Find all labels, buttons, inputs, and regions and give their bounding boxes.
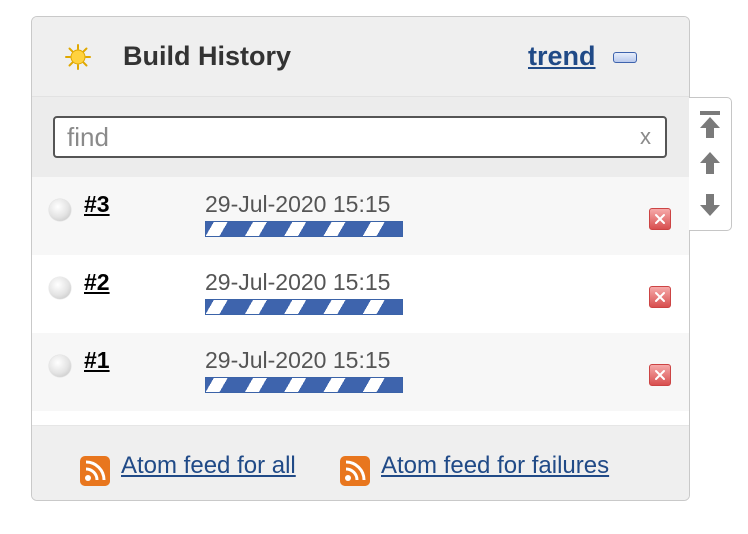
clear-search-button[interactable]: x xyxy=(640,124,651,150)
build-date: 29-Jul-2020 15:15 xyxy=(205,347,391,373)
rss-icon xyxy=(340,456,370,486)
build-row: #2 29-Jul-2020 15:15 xyxy=(32,255,689,333)
sun-icon xyxy=(65,44,91,70)
widget-header: Build History trend xyxy=(32,17,689,97)
build-row: #3 29-Jul-2020 15:15 xyxy=(32,177,689,255)
delete-icon[interactable] xyxy=(649,364,671,386)
rss-icon xyxy=(80,456,110,486)
atom-feed-all-link[interactable]: Atom feed for all xyxy=(121,452,296,480)
feed-footer: Atom feed for all Atom feed for failures xyxy=(32,425,689,500)
atom-feed-failures-link[interactable]: Atom feed for failures xyxy=(381,452,609,480)
trend-link[interactable]: trend xyxy=(528,41,596,72)
delete-icon[interactable] xyxy=(649,208,671,230)
build-number-link[interactable]: #2 xyxy=(84,269,110,296)
build-date: 29-Jul-2020 15:15 xyxy=(205,191,391,217)
build-number-link[interactable]: #3 xyxy=(84,191,110,218)
build-progress-bar xyxy=(205,377,403,393)
build-status-icon xyxy=(49,199,71,221)
build-progress-bar xyxy=(205,221,403,237)
search-input[interactable] xyxy=(53,116,667,158)
scroll-top-icon[interactable] xyxy=(698,110,722,140)
build-number-link[interactable]: #1 xyxy=(84,347,110,374)
scroll-down-icon[interactable] xyxy=(698,190,722,218)
build-progress-bar xyxy=(205,299,403,315)
widget-title: Build History xyxy=(123,41,292,71)
delete-icon[interactable] xyxy=(649,286,671,308)
build-date: 29-Jul-2020 15:15 xyxy=(205,269,391,295)
scroll-nav xyxy=(689,97,732,231)
build-history-widget: Build History trend x #3 29-Jul-2020 15:… xyxy=(31,16,690,501)
search-bar: x xyxy=(32,97,689,177)
build-status-icon xyxy=(49,277,71,299)
build-row: #1 29-Jul-2020 15:15 xyxy=(32,333,689,411)
collapse-icon[interactable] xyxy=(613,52,637,63)
build-status-icon xyxy=(49,355,71,377)
scroll-up-icon[interactable] xyxy=(698,150,722,178)
